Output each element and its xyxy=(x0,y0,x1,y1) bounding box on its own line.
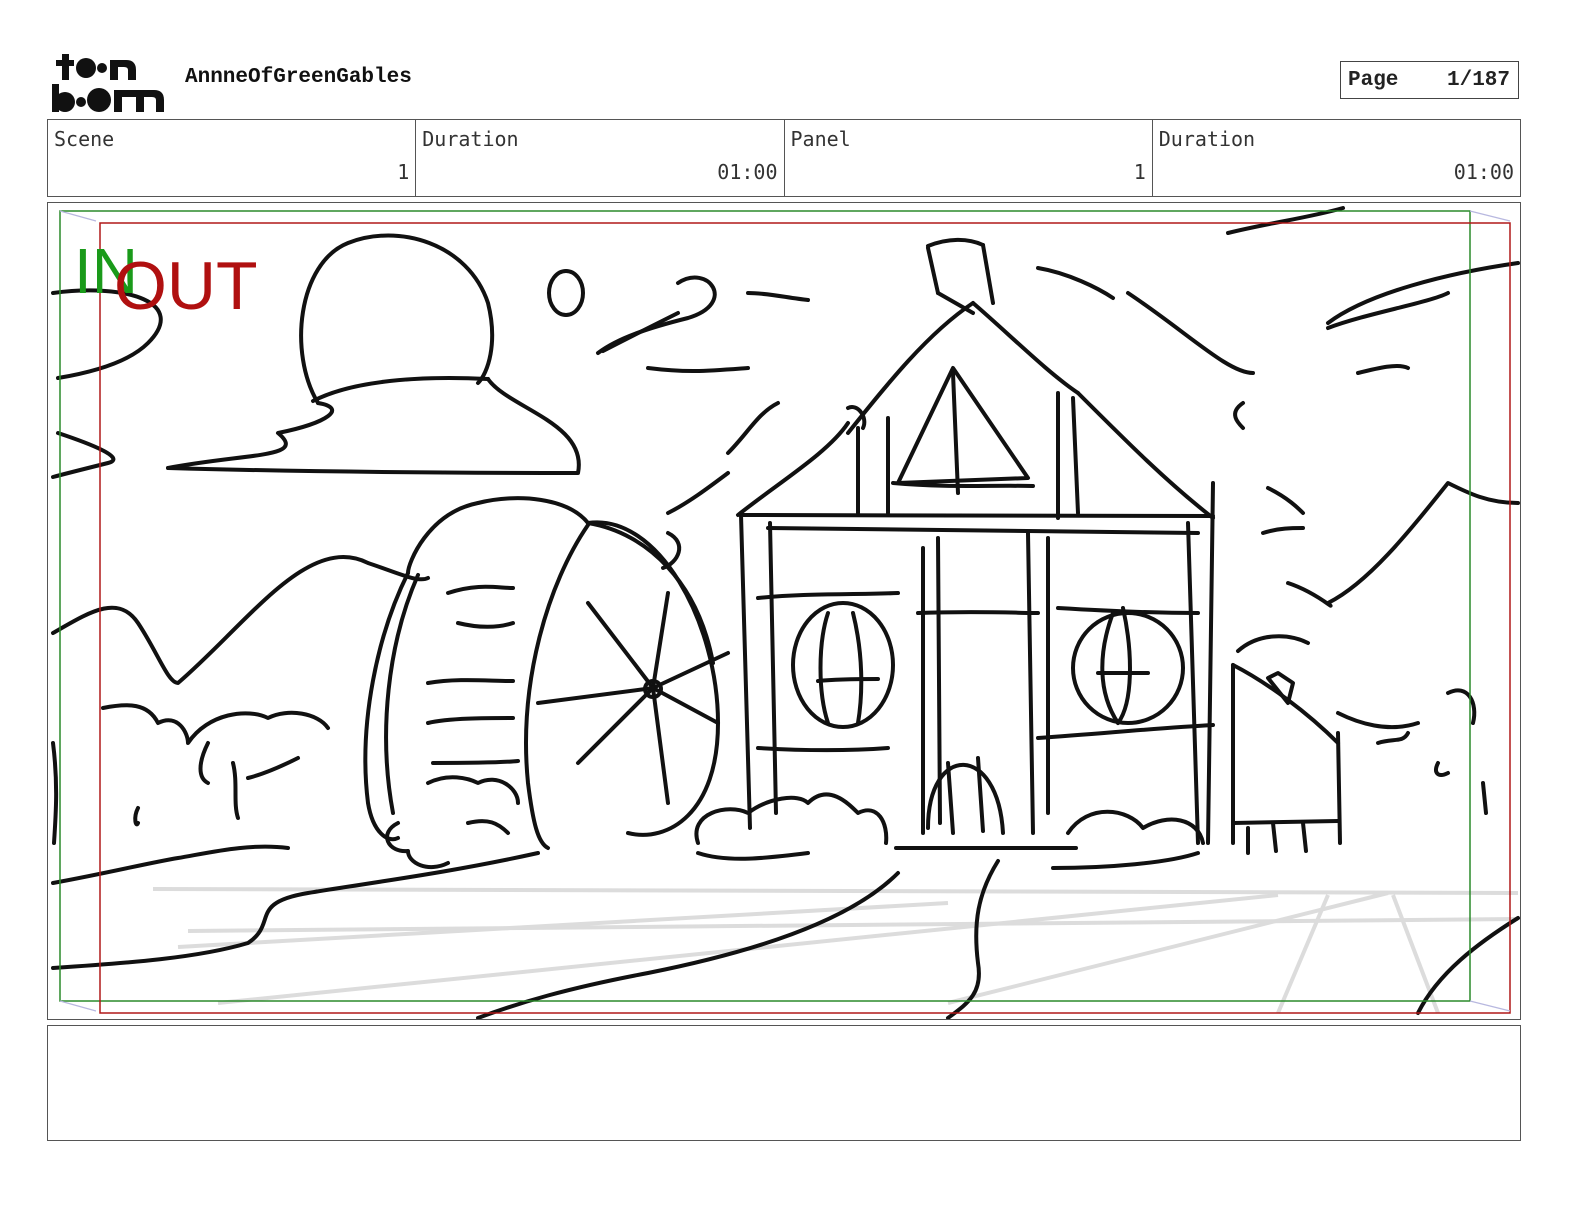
panel-duration-label: Duration xyxy=(1158,127,1256,151)
action-safe-frame xyxy=(99,222,1511,1014)
perspective-guides xyxy=(152,887,1519,1014)
out-marker: OUT xyxy=(114,248,258,324)
scene-info-bar: Scene 1 Duration 01:00 Panel 1 Duration … xyxy=(47,119,1521,197)
scene-number: 1 xyxy=(397,160,410,184)
scene-duration-cell: Duration 01:00 xyxy=(416,120,785,196)
panel-label: Panel xyxy=(790,127,851,151)
title-safe-frame xyxy=(59,210,1471,1002)
panel-notes-box[interactable] xyxy=(47,1025,1521,1141)
panel-sketch: IN OUT xyxy=(51,206,1520,1019)
scene-label: Scene xyxy=(54,127,115,151)
page-number: 1/187 xyxy=(1446,69,1510,92)
panel-cell: Panel 1 xyxy=(785,120,1153,196)
panel-duration-value: 01:00 xyxy=(1453,160,1514,184)
scene-duration-label: Duration xyxy=(422,127,519,151)
page-indicator: Page 1/187 xyxy=(1340,61,1519,99)
panel-duration-cell: Duration 01:00 xyxy=(1153,120,1520,196)
scene-sketch-lines xyxy=(51,206,1520,1019)
toon-boom-logo xyxy=(50,50,168,114)
page-label: Page xyxy=(1348,69,1399,92)
panel-number: 1 xyxy=(1133,160,1146,184)
project-title: AnnneOfGreenGables xyxy=(185,66,412,89)
scene-cell: Scene 1 xyxy=(48,120,417,196)
storyboard-panel: IN OUT xyxy=(47,202,1521,1020)
scene-duration-value: 01:00 xyxy=(717,160,778,184)
